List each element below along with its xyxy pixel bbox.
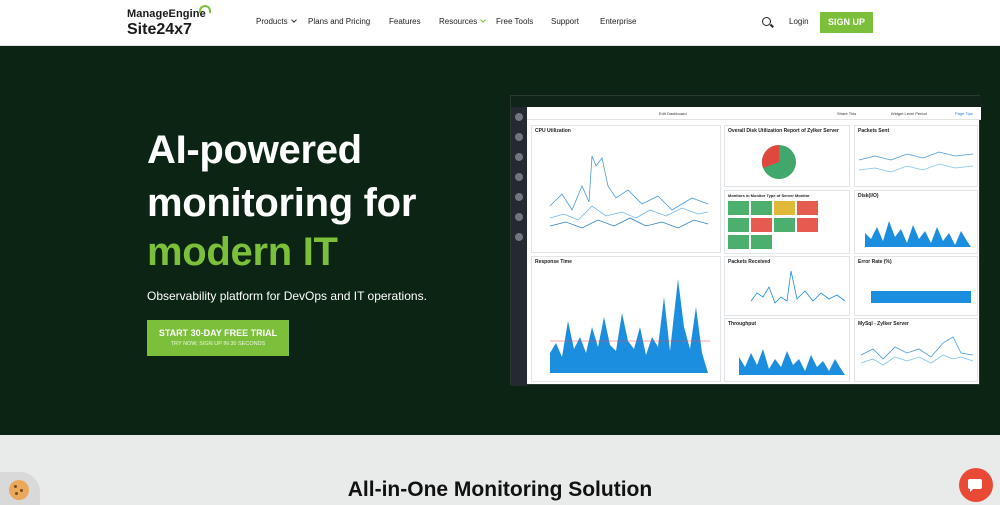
nav-enterprise[interactable]: Enterprise	[600, 17, 636, 26]
widget-response-time: Response Time	[531, 256, 721, 382]
edit-dashboard-button: Edit Dashboard	[659, 111, 687, 116]
widget-error-rate: Error Rate (%)	[854, 256, 978, 316]
nav-free-tools[interactable]: Free Tools	[496, 17, 533, 26]
site-logo[interactable]: ManageEngine Site24x7	[127, 5, 211, 39]
sidebar-icon	[515, 133, 523, 141]
widget-monitors: Monitors in Monitor Type of Server Monit…	[724, 190, 850, 254]
chevron-down-icon	[290, 17, 297, 23]
nav-resources[interactable]: Resources	[439, 17, 487, 26]
widget-packets-sent: Packets Sent	[854, 125, 978, 187]
section-title: All-in-One Monitoring Solution	[347, 478, 653, 501]
dashboard-sidebar	[511, 107, 527, 386]
top-nav: ManageEngine Site24x7 Products Plans and…	[0, 0, 1000, 46]
sidebar-icon	[515, 153, 523, 161]
cta-sub-label: TRY NOW, SIGN UP IN 30 SECONDS	[170, 341, 266, 347]
throughput-chart	[739, 349, 845, 375]
monitor-status-cell	[751, 201, 772, 215]
monitor-status-grid	[728, 201, 820, 252]
error-rate-chart	[871, 291, 971, 303]
monitor-status-cell	[774, 201, 795, 215]
logo-arc-icon	[199, 5, 211, 13]
cookie-settings-button[interactable]	[0, 472, 40, 505]
nav-features[interactable]: Features	[389, 17, 421, 26]
hero-subtitle: Observability platform for DevOps and IT…	[147, 289, 427, 303]
widget-mysql: MySql - Zylker Server	[854, 318, 978, 382]
monitor-status-cell	[728, 201, 749, 215]
packets-sent-chart	[858, 151, 974, 173]
monitor-status-cell	[728, 218, 749, 232]
packets-received-chart	[750, 270, 846, 304]
nav-resources-label: Resources	[439, 17, 478, 26]
sidebar-icon	[515, 213, 523, 221]
signup-button[interactable]: SIGN UP	[820, 12, 873, 33]
sidebar-icon	[515, 233, 523, 241]
monitor-status-cell	[774, 218, 795, 232]
disk-io-chart	[865, 221, 971, 247]
widget-packets-received: Packets Received	[724, 256, 850, 316]
monitor-status-cell	[728, 235, 749, 249]
cta-main-label: START 30-DAY FREE TRIAL	[158, 328, 278, 338]
hero-heading-line2: monitoring for	[147, 181, 417, 225]
nav-plans[interactable]: Plans and Pricing	[308, 17, 370, 26]
sidebar-icon	[515, 113, 523, 121]
monitor-status-cell	[751, 218, 772, 232]
widget-throughput: Throughput	[724, 318, 850, 382]
disk-pie-chart	[761, 144, 796, 179]
logo-brand-top: ManageEngine	[127, 8, 206, 20]
dashboard-preview: Edit Dashboard Share This Widget Level P…	[510, 95, 981, 386]
widget-disk-report: Overall Disk Utilization Report of Zylke…	[724, 125, 850, 187]
hero-heading-line3: modern IT	[147, 230, 338, 274]
widget-title: Monitors in Monitor Type of Server Monit…	[728, 193, 810, 198]
page-tips-link: Page Tips	[955, 111, 973, 116]
sidebar-icon	[515, 193, 523, 201]
dashboard-window-bar	[511, 96, 981, 107]
login-link[interactable]: Login	[789, 17, 809, 26]
cpu-chart	[549, 155, 709, 229]
dashboard-toolbar: Edit Dashboard Share This Widget Level P…	[527, 107, 981, 120]
sidebar-icon	[515, 173, 523, 181]
nav-support[interactable]: Support	[551, 17, 579, 26]
monitor-status-cell	[797, 201, 818, 215]
nav-products-label: Products	[256, 17, 288, 26]
cookie-icon	[9, 480, 29, 500]
period-select: Widget Level Period	[891, 111, 927, 116]
mysql-chart	[860, 336, 974, 366]
search-icon[interactable]	[762, 17, 771, 26]
chat-button[interactable]	[959, 468, 993, 502]
nav-products[interactable]: Products	[256, 17, 297, 26]
response-time-chart	[550, 279, 710, 373]
hero-heading-line1: AI-powered	[147, 128, 362, 172]
hero-section: AI-powered monitoring for modern IT Obse…	[0, 46, 1000, 435]
chevron-down-icon	[480, 17, 487, 23]
share-button: Share This	[837, 111, 857, 116]
chat-icon	[968, 479, 982, 492]
widget-disk-io: Disk(I/O)	[854, 190, 978, 254]
widget-cpu: CPU Utilization	[531, 125, 721, 253]
logo-brand-bottom: Site24x7	[127, 21, 192, 38]
monitor-status-cell	[751, 235, 772, 249]
free-trial-button[interactable]: START 30-DAY FREE TRIAL TRY NOW, SIGN UP…	[147, 320, 289, 356]
monitor-status-cell	[797, 218, 818, 232]
